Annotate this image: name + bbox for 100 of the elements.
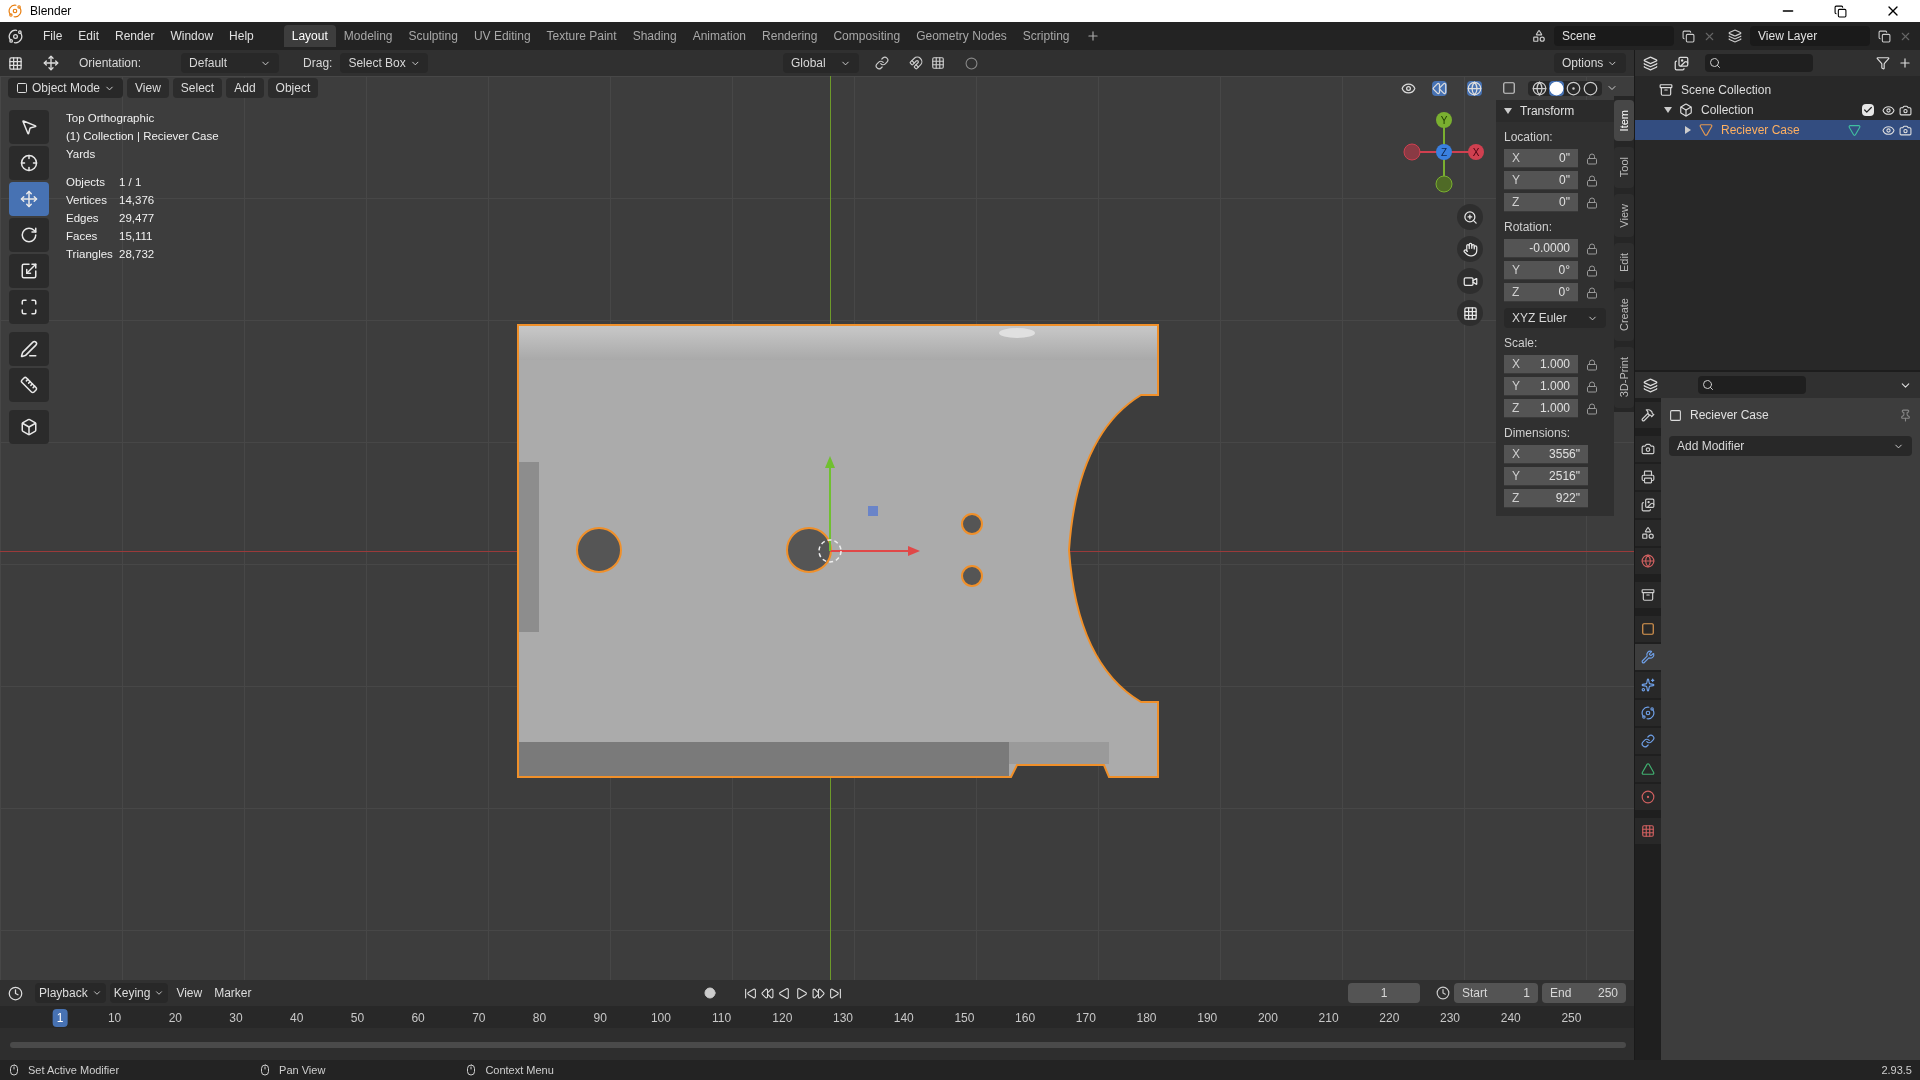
sidebar-tab[interactable]: 3D-Print [1614, 347, 1634, 408]
current-frame-field[interactable]: 1 [1348, 983, 1420, 1003]
display-mode-icon[interactable] [1643, 55, 1658, 71]
constraints-properties-tab[interactable] [1635, 728, 1661, 754]
number-field[interactable]: X 3556" [1504, 445, 1588, 464]
lock-icon[interactable] [1586, 152, 1598, 165]
collapse-triangle-icon[interactable] [1504, 108, 1512, 114]
number-field[interactable]: Z 0" [1504, 193, 1578, 212]
tool-properties-tab[interactable] [1635, 402, 1661, 428]
hand-icon[interactable] [1457, 236, 1483, 262]
stopwatch-icon[interactable] [1436, 986, 1450, 1000]
number-field[interactable]: Z 1.000 [1504, 399, 1578, 418]
lock-icon[interactable] [1586, 402, 1598, 415]
workspace-tab[interactable]: Modeling [335, 25, 401, 47]
lock-icon[interactable] [1586, 174, 1598, 187]
rendered-shading-icon[interactable] [1583, 80, 1598, 96]
particles-properties-tab[interactable] [1635, 672, 1661, 698]
transform-tool[interactable] [9, 290, 49, 324]
workspace-tab[interactable]: Compositing [825, 25, 909, 47]
number-field[interactable]: Z 0° [1504, 283, 1578, 302]
snap-increment-icon[interactable] [931, 56, 945, 70]
add-modifier-dropdown[interactable]: Add Modifier [1669, 436, 1912, 456]
search-field[interactable] [1705, 54, 1813, 72]
workspace-tab[interactable]: Texture Paint [538, 25, 625, 47]
eye-icon[interactable] [1882, 103, 1895, 117]
sidebar-tab[interactable]: Tool [1614, 147, 1634, 188]
sidebar-tab[interactable]: Item [1614, 100, 1634, 142]
mesh-data-icon[interactable] [1847, 123, 1861, 137]
menu-item[interactable]: View [127, 78, 169, 98]
outliner-row[interactable]: Reciever Case [1635, 120, 1920, 140]
frame-indicator[interactable]: 1 [52, 1009, 68, 1027]
eye-icon[interactable] [1882, 123, 1895, 137]
workspace-tab[interactable]: Sculpting [400, 25, 466, 47]
next-keyframe-icon[interactable] [811, 986, 825, 1000]
blender-logo-icon[interactable] [8, 28, 23, 44]
lock-icon[interactable] [1586, 380, 1598, 393]
menu-item[interactable]: Render [107, 27, 163, 45]
number-field[interactable]: Y 0" [1504, 171, 1578, 190]
workspace-tab[interactable]: Geometry Nodes [908, 25, 1015, 47]
add-cube-tool[interactable] [9, 410, 49, 444]
mode-dropdown[interactable]: Object Mode [8, 78, 124, 98]
expand-triangle-icon[interactable] [1685, 126, 1691, 134]
rotation-mode-dropdown[interactable]: XYZ Euler [1504, 308, 1606, 328]
view-layer-icon[interactable] [1674, 55, 1689, 71]
texture-properties-tab[interactable] [1635, 818, 1661, 844]
scale-tool[interactable] [9, 254, 49, 288]
view-layer-field[interactable]: View Layer [1750, 26, 1870, 46]
zoom-icon[interactable] [1457, 204, 1483, 230]
data-properties-tab[interactable] [1635, 756, 1661, 782]
number-field[interactable]: Z 922" [1504, 489, 1588, 508]
number-field[interactable]: X 0" [1504, 149, 1578, 168]
scene-icon[interactable] [1532, 29, 1546, 43]
physics-properties-tab[interactable] [1635, 700, 1661, 726]
lock-icon[interactable] [1586, 242, 1598, 255]
move-icon[interactable] [43, 55, 59, 71]
restore-icon[interactable] [1834, 4, 1847, 18]
start-frame-field[interactable]: Start 1 [1454, 983, 1538, 1003]
view-layer-icon[interactable] [1728, 29, 1742, 43]
camera-icon[interactable] [1899, 103, 1912, 117]
visibility-icon[interactable] [1401, 80, 1416, 96]
material-properties-tab[interactable] [1635, 784, 1661, 810]
workspace-tab[interactable]: Layout [283, 25, 336, 47]
select-tool[interactable] [9, 110, 49, 144]
new-collection-icon[interactable] [1898, 56, 1912, 70]
viewport[interactable] [0, 76, 1634, 980]
sidebar-tab[interactable]: Create [1614, 288, 1634, 342]
camera-icon[interactable] [1899, 123, 1912, 137]
scene-properties-tab[interactable] [1635, 520, 1661, 546]
menu-item[interactable]: Edit [70, 27, 108, 45]
number-field[interactable]: -0.0000 [1504, 239, 1578, 258]
outliner-row[interactable]: Scene Collection [1635, 80, 1920, 100]
duplicate-icon[interactable] [1878, 29, 1891, 43]
menu-item[interactable]: View [172, 983, 207, 1003]
record-icon[interactable] [703, 987, 716, 999]
menu-item[interactable]: Object [267, 78, 319, 98]
menu-item[interactable]: Select [172, 78, 223, 98]
transform-orientation-dropdown[interactable]: Global [783, 53, 859, 73]
workspace-tab[interactable]: UV Editing [465, 25, 539, 47]
sidebar-tab[interactable]: Edit [1614, 243, 1634, 283]
output-properties-tab[interactable] [1635, 464, 1661, 490]
move-tool[interactable] [9, 182, 49, 216]
number-field[interactable]: Y 0° [1504, 261, 1578, 280]
annotate-tool[interactable] [9, 332, 49, 366]
measure-tool[interactable] [9, 368, 49, 402]
play-icon[interactable] [794, 986, 808, 1000]
number-field[interactable]: X 1.000 [1504, 355, 1578, 374]
proportional-edit-icon[interactable] [965, 56, 978, 70]
pin-icon[interactable] [1899, 408, 1912, 422]
menu-item[interactable]: Add [226, 78, 264, 98]
workspace-tab[interactable]: Animation [684, 25, 755, 47]
number-field[interactable]: Y 1.000 [1504, 377, 1578, 396]
editor-type-icon[interactable] [1643, 377, 1658, 393]
xray-icon[interactable] [1502, 81, 1516, 95]
checkbox[interactable] [1862, 104, 1874, 116]
cursor-tool[interactable] [9, 146, 49, 180]
play-reverse-icon[interactable] [777, 986, 791, 1000]
wireframe-shading-icon[interactable] [1532, 80, 1547, 96]
lock-icon[interactable] [1586, 286, 1598, 299]
solid-shading-icon[interactable] [1549, 80, 1564, 96]
menu-item[interactable]: Window [162, 27, 222, 45]
